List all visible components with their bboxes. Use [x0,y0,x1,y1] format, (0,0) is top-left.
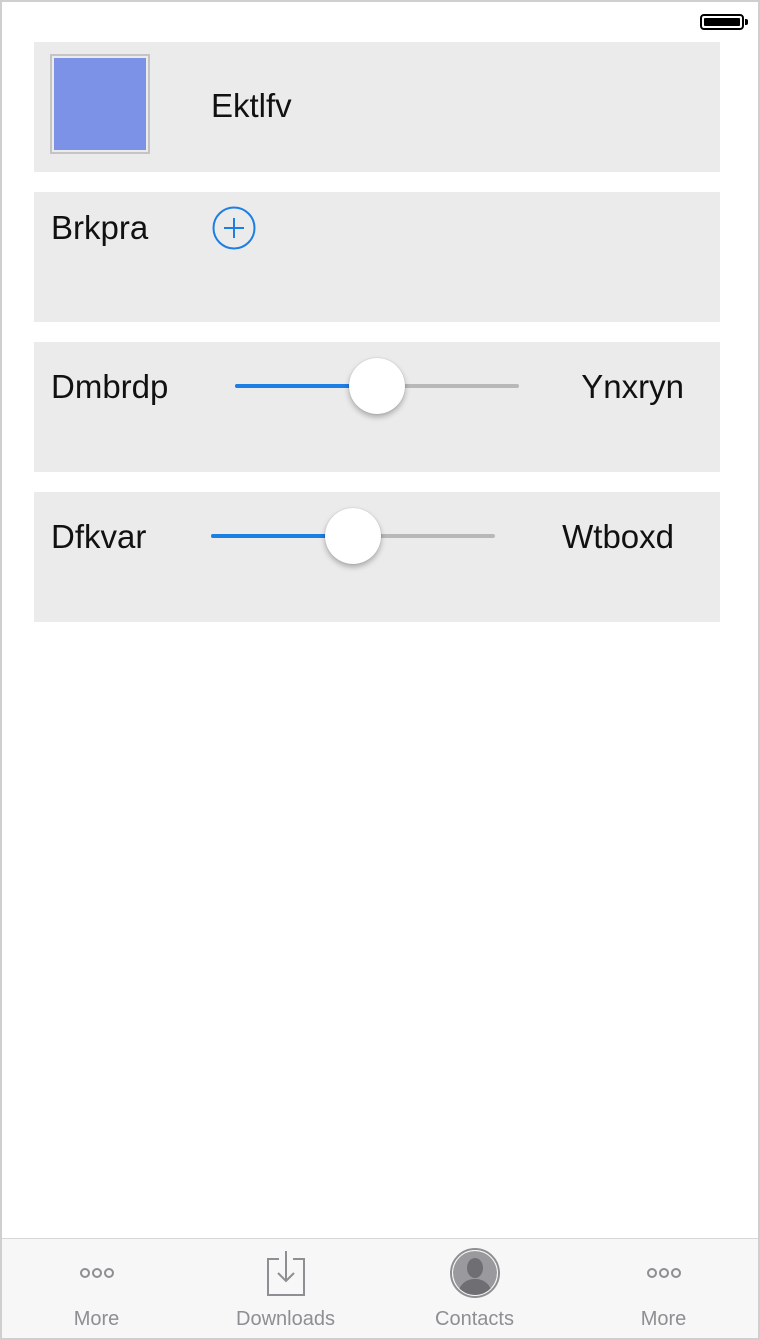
swatch-cell[interactable]: Ektlfv [34,42,720,172]
status-bar [2,2,758,42]
tab-bar: More Downloads Contacts More [2,1238,758,1338]
tab-more-right-label: More [640,1308,687,1330]
app-screen: Ektlfv Brkpra Dmbrdp Ynxryn Dfkvar Wtbox… [0,0,760,1340]
slider-two[interactable] [211,506,495,566]
tab-contacts-label: Contacts [435,1308,514,1330]
tab-more-right[interactable]: More [569,1239,758,1338]
tab-more-left-label: More [73,1308,120,1330]
swatch-cell-label: Ektlfv [211,87,292,124]
add-cell: Brkpra [34,192,720,322]
more-icon [79,1268,114,1278]
slider-two-label: Dfkvar [51,518,147,555]
slider-one[interactable] [235,356,519,416]
color-swatch-frame[interactable] [50,54,150,154]
tab-downloads-label: Downloads [236,1308,335,1330]
more-icon [646,1268,681,1278]
slider-one-thumb[interactable] [349,358,405,414]
slider-one-value-label: Ynxryn [581,368,684,405]
contact-icon [449,1248,500,1298]
tab-more-left[interactable]: More [2,1239,191,1338]
tab-contacts[interactable]: Contacts [380,1239,569,1338]
slider-two-thumb[interactable] [325,508,381,564]
battery-tip [745,19,748,25]
color-swatch[interactable] [54,58,146,150]
tab-downloads[interactable]: Downloads [191,1239,380,1338]
slider-one-label: Dmbrdp [51,368,169,405]
plus-circle-icon[interactable] [212,206,256,250]
slider-cell-one: Dmbrdp Ynxryn [34,342,720,472]
download-icon [266,1251,305,1296]
slider-cell-two: Dfkvar Wtboxd [34,492,720,622]
slider-two-value-label: Wtboxd [562,518,674,555]
battery-icon [700,14,744,30]
add-cell-label: Brkpra [51,209,149,246]
